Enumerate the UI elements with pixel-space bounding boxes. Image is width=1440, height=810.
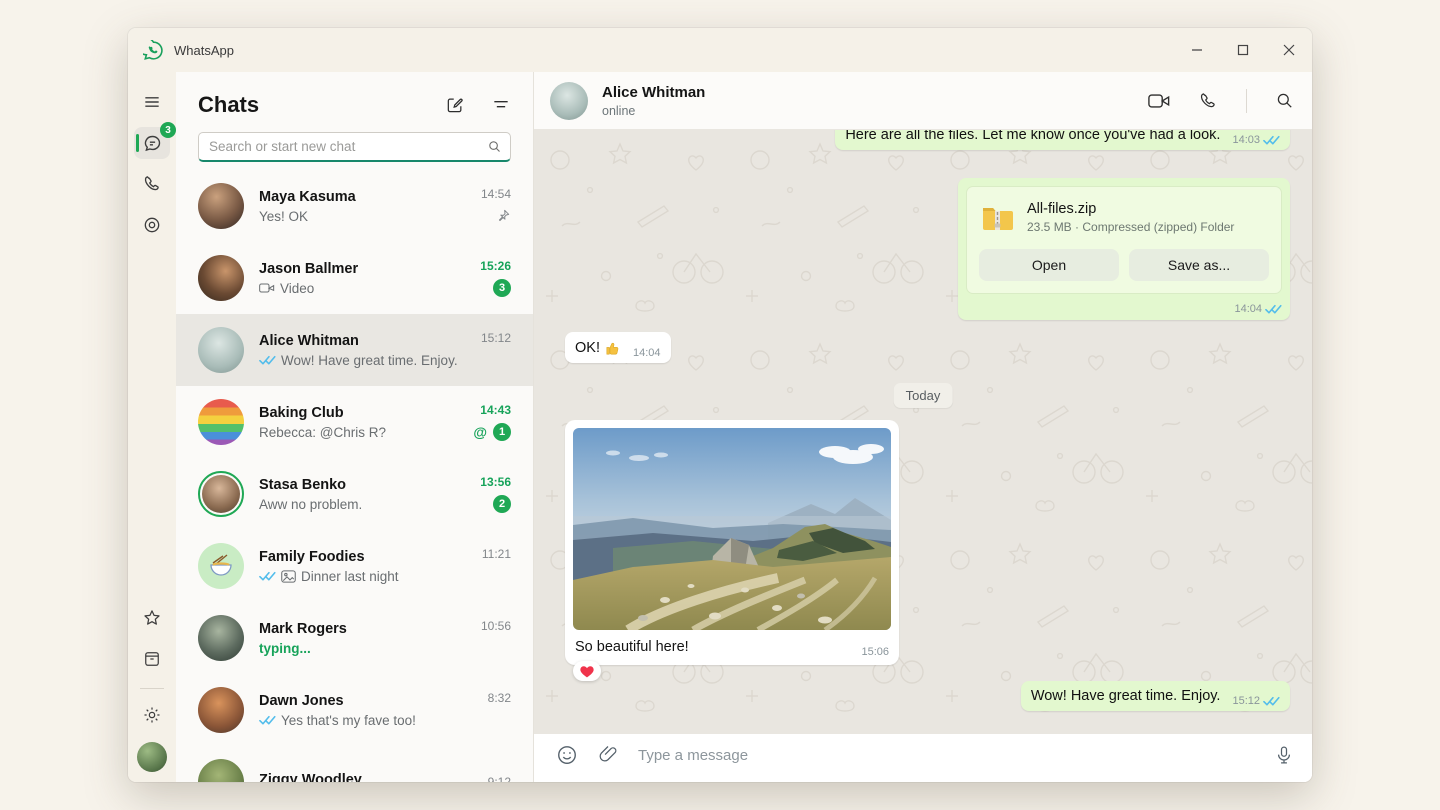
nav-chats-button[interactable]: 3 (134, 127, 170, 159)
chat-list-item-baking-club[interactable]: Baking Club Rebecca: @Chris R? 14:43 @ 1 (176, 386, 533, 458)
search-icon (487, 139, 502, 154)
conversation-status: online (602, 104, 705, 118)
unread-badge: 3 (493, 279, 511, 297)
chat-list-item-jason[interactable]: Jason Ballmer Video 15:26 3 (176, 242, 533, 314)
message-composer (534, 734, 1312, 782)
message-outgoing-text: Wow! Have great time. Enjoy. 15:12 (1021, 681, 1290, 711)
nav-status-button[interactable] (134, 209, 170, 241)
avatar (198, 543, 244, 589)
mention-symbol: @ (473, 425, 487, 439)
message-outgoing-text: Here are all the files. Let me know once… (835, 130, 1290, 150)
read-ticks-icon (259, 355, 276, 366)
window-title: WhatsApp (174, 43, 234, 58)
thumbs-up-emoji (604, 340, 621, 357)
file-name: All-files.zip (1027, 201, 1234, 217)
chat-list-item-dawn[interactable]: Dawn Jones Yes that's my fave too! 8:32 (176, 674, 533, 746)
chat-list-item-stasa[interactable]: Stasa Benko Aww no problem. 13:56 2 (176, 458, 533, 530)
video-icon (259, 282, 275, 294)
close-button[interactable] (1266, 28, 1312, 72)
unread-badge: 2 (493, 495, 511, 513)
avatar (198, 399, 244, 445)
photo-mountain-landscape[interactable] (573, 428, 891, 630)
nav-starred-button[interactable] (134, 602, 170, 634)
chat-list-item-mark[interactable]: Mark Rogers typing... 10:56 (176, 602, 533, 674)
read-ticks-icon (1265, 304, 1282, 315)
avatar (198, 615, 244, 661)
conversation-avatar[interactable] (550, 82, 588, 120)
message-incoming-image: So beautiful here! 15:06 (565, 420, 899, 665)
status-icon (142, 215, 162, 235)
open-file-button[interactable]: Open (979, 249, 1119, 281)
status-ring (198, 471, 244, 517)
avatar (198, 759, 244, 782)
search-input[interactable] (198, 132, 511, 162)
message-input[interactable] (638, 747, 1254, 764)
attach-icon[interactable] (598, 744, 618, 766)
chats-icon (142, 133, 163, 154)
read-ticks-icon (259, 715, 276, 726)
emoji-icon[interactable] (556, 744, 578, 766)
menu-button[interactable] (134, 86, 170, 118)
message-area[interactable]: Here are all the files. Let me know once… (534, 130, 1312, 734)
navigation-rail: 3 (128, 72, 176, 782)
filter-icon[interactable] (491, 95, 511, 115)
voice-call-icon[interactable] (1198, 91, 1218, 111)
zip-file-icon (979, 199, 1015, 235)
avatar (202, 475, 240, 513)
avatar (198, 327, 244, 373)
chat-list-item-family-foodies[interactable]: Family Foodies Dinner last night 11:21 (176, 530, 533, 602)
avatar (198, 183, 244, 229)
day-divider: Today (894, 383, 953, 408)
chat-list: Maya Kasuma Yes! OK 14:54 Jason Ballmer (176, 170, 533, 782)
new-chat-icon[interactable] (445, 95, 465, 115)
save-as-button[interactable]: Save as... (1129, 249, 1269, 281)
chats-unread-badge: 3 (160, 122, 176, 138)
avatar (198, 687, 244, 733)
video-call-icon[interactable] (1148, 93, 1170, 109)
read-ticks-icon (1263, 135, 1280, 146)
heart-reaction[interactable] (573, 661, 601, 681)
mic-icon[interactable] (1274, 744, 1294, 766)
header-divider (1246, 89, 1247, 113)
maximize-button[interactable] (1220, 28, 1266, 72)
read-ticks-icon (259, 571, 276, 582)
file-meta: 23.5 MB · Compressed (zipped) Folder (1027, 220, 1234, 234)
conversation-pane: Alice Whitman online (534, 72, 1312, 782)
archive-icon (142, 649, 162, 669)
chat-list-item-ziggy[interactable]: Ziggy Woodley 9:12 (176, 746, 533, 782)
chat-list-item-alice[interactable]: Alice Whitman Wow! Have great time. Enjo… (176, 314, 533, 386)
avatar (198, 255, 244, 301)
nav-settings-button[interactable] (134, 699, 170, 731)
chats-title: Chats (198, 92, 259, 118)
chats-panel: Chats (176, 72, 534, 782)
message-outgoing-file: All-files.zip 23.5 MB · Compressed (zipp… (958, 178, 1290, 320)
title-bar: WhatsApp (128, 28, 1312, 72)
read-ticks-icon (1263, 696, 1280, 707)
active-indicator (136, 134, 139, 152)
unread-badge: 1 (493, 423, 511, 441)
nav-calls-button[interactable] (134, 168, 170, 200)
profile-avatar[interactable] (137, 742, 167, 772)
conversation-name: Alice Whitman (602, 84, 705, 101)
message-incoming-text: OK! 14:04 (565, 332, 671, 363)
whatsapp-logo-icon (143, 40, 164, 61)
search-chat-icon[interactable] (1275, 91, 1294, 110)
minimize-button[interactable] (1174, 28, 1220, 72)
calls-icon (142, 174, 162, 194)
conversation-header[interactable]: Alice Whitman online (534, 72, 1312, 130)
rail-divider (140, 688, 164, 689)
photo-icon (281, 570, 296, 583)
chat-list-item-maya[interactable]: Maya Kasuma Yes! OK 14:54 (176, 170, 533, 242)
whatsapp-window: WhatsApp 3 (128, 28, 1312, 782)
star-icon (142, 608, 162, 628)
image-caption: So beautiful here! (575, 639, 689, 655)
settings-gear-icon (142, 705, 162, 725)
pin-icon (495, 208, 511, 224)
nav-archived-button[interactable] (134, 643, 170, 675)
